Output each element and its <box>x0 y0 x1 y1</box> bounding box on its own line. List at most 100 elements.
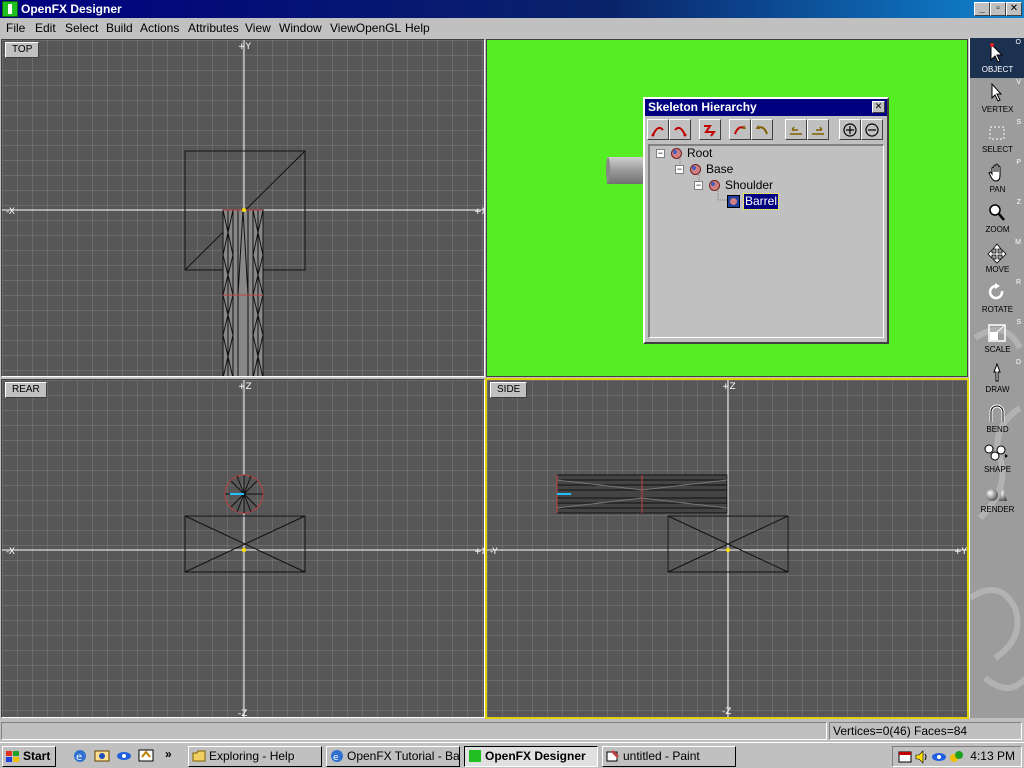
tool-vertex[interactable]: V VERTEX <box>970 78 1024 118</box>
tool-draw-label: DRAW <box>985 385 1010 394</box>
menu-view[interactable]: View <box>243 21 273 35</box>
unlink-bone-button[interactable] <box>669 119 691 140</box>
link-bone-button[interactable] <box>647 119 669 140</box>
side-viewport-canvas[interactable] <box>487 380 967 717</box>
taskbar-clock[interactable]: 4:13 PM <box>970 749 1015 763</box>
link-curve-icon <box>651 126 664 137</box>
maximize-button[interactable]: ▫ <box>990 2 1006 16</box>
tool-bend-label: BEND <box>986 425 1009 434</box>
rotate-right-bone-button[interactable] <box>751 119 773 140</box>
shape-icon <box>984 444 1008 461</box>
tool-draw-key: D <box>1015 359 1021 366</box>
channels-icon[interactable] <box>116 748 132 764</box>
task-exploring-help[interactable]: Exploring - Help <box>188 746 322 767</box>
tool-rotate[interactable]: R ROTATE <box>970 278 1024 318</box>
start-button[interactable]: Start <box>2 746 56 767</box>
tool-zoom-label: ZOOM <box>985 225 1010 234</box>
messenger-tray-icon[interactable] <box>948 749 964 765</box>
tool-palette: O OBJECT V VERTEX S SELECT P PAN Z ZOOM … <box>969 38 1024 718</box>
tool-zoom[interactable]: Z ZOOM <box>970 198 1024 238</box>
scale-icon <box>988 324 1006 342</box>
hand-icon <box>988 163 1001 182</box>
internet-explorer-icon[interactable]: e <box>72 748 88 764</box>
zigzag-icon <box>704 125 716 137</box>
menu-edit[interactable]: Edit <box>33 21 58 35</box>
zigzag-bone-button[interactable] <box>699 119 721 140</box>
task-untitled-paint-label: untitled - Paint <box>623 749 700 763</box>
top-viewport-canvas[interactable] <box>2 40 485 377</box>
menu-window[interactable]: Window <box>277 21 324 35</box>
task-openfx-designer[interactable]: OpenFX Designer <box>464 746 598 767</box>
rotate-left-bone-button[interactable] <box>729 119 751 140</box>
menu-help[interactable]: Help <box>403 21 432 35</box>
dialog-close-button[interactable]: ✕ <box>872 101 885 113</box>
base-expander[interactable]: − <box>675 165 684 174</box>
plus-circle-icon <box>843 123 857 137</box>
skeleton-hierarchy-dialog[interactable]: Skeleton Hierarchy ✕ − Root − Base − Sho… <box>643 97 889 344</box>
minimize-button[interactable]: _ <box>974 2 990 16</box>
close-button[interactable]: ✕ <box>1006 2 1022 16</box>
menu-viewopengl[interactable]: ViewOpenGL <box>328 21 403 35</box>
expand-all-button[interactable] <box>839 119 861 140</box>
base-label: Base <box>706 162 734 176</box>
rear-viewport[interactable]: REAR +Z -Z -X +X <box>1 379 485 718</box>
side-view-label: SIDE <box>490 382 528 398</box>
side-viewport[interactable]: SIDE +Z -Z -Y +Y <box>485 378 969 719</box>
quick-launch-overflow-chevron-icon[interactable]: » <box>165 747 172 761</box>
network-tray-icon[interactable] <box>931 749 947 765</box>
menu-bar: File Edit Select Build Actions Attribute… <box>0 18 1024 38</box>
top-view-label: TOP <box>5 42 40 58</box>
top-viewport[interactable]: TOP +Y -X +X <box>1 39 485 377</box>
system-tray: 4:13 PM <box>892 746 1022 767</box>
rear-viewport-canvas[interactable] <box>2 380 485 718</box>
collapse-all-button[interactable] <box>861 119 883 140</box>
bone-node-icon <box>690 164 701 175</box>
rotate-left-icon <box>734 125 746 135</box>
tool-render[interactable]: RENDER <box>970 478 1024 518</box>
task-openfx-tutorial[interactable]: e OpenFX Tutorial - Ba... <box>326 746 460 767</box>
tool-select[interactable]: S SELECT <box>970 118 1024 158</box>
menu-attributes[interactable]: Attributes <box>186 21 241 35</box>
browser-icon: e <box>331 750 343 763</box>
windows-logo-icon <box>6 751 19 762</box>
scheduler-tray-icon[interactable] <box>897 749 913 765</box>
task-openfx-designer-label: OpenFX Designer <box>485 749 586 763</box>
menu-actions[interactable]: Actions <box>138 21 181 35</box>
folder-icon <box>192 750 206 762</box>
menu-select[interactable]: Select <box>63 21 100 35</box>
openfx-app-icon[interactable] <box>2 1 18 17</box>
tool-shape[interactable]: SHAPE <box>970 438 1024 478</box>
tool-select-key: S <box>1016 119 1021 126</box>
show-desktop-icon[interactable] <box>138 748 154 764</box>
shoulder-label: Shoulder <box>725 178 774 192</box>
title-bar[interactable]: OpenFX Designer _ ▫ ✕ <box>0 0 1024 18</box>
tool-object-label: OBJECT <box>981 65 1014 74</box>
tool-bend[interactable]: BEND <box>970 398 1024 438</box>
move-down-bone-button[interactable] <box>807 119 829 140</box>
tool-object-key: O <box>1015 39 1021 46</box>
tool-object[interactable]: O OBJECT <box>970 38 1024 78</box>
tool-pan[interactable]: P PAN <box>970 158 1024 198</box>
window-title: OpenFX Designer <box>21 2 122 16</box>
tool-scale-key: S <box>1016 319 1021 326</box>
move-up-bone-button[interactable] <box>785 119 807 140</box>
barrel-label: Barrel <box>742 193 780 210</box>
task-untitled-paint[interactable]: untitled - Paint <box>602 746 736 767</box>
tool-scale[interactable]: S SCALE <box>970 318 1024 358</box>
dialog-title[interactable]: Skeleton Hierarchy <box>645 99 887 116</box>
volume-tray-icon[interactable] <box>914 749 930 765</box>
root-expander[interactable]: − <box>656 149 665 158</box>
tool-draw[interactable]: D DRAW <box>970 358 1024 398</box>
tool-move-label: MOVE <box>985 265 1010 274</box>
tool-pan-key: P <box>1016 159 1021 166</box>
magnifier-icon <box>989 204 1005 221</box>
menu-file[interactable]: File <box>4 21 27 35</box>
shoulder-expander[interactable]: − <box>694 181 703 190</box>
tool-render-label: RENDER <box>980 505 1015 514</box>
skeleton-tree[interactable]: − Root − Base − Shoulder Barrel <box>648 144 884 338</box>
menu-build[interactable]: Build <box>104 21 135 35</box>
rear-view-label: REAR <box>5 382 47 398</box>
outlook-express-icon[interactable] <box>94 748 110 764</box>
render-icon <box>986 488 1007 501</box>
tool-move[interactable]: M MOVE <box>970 238 1024 278</box>
